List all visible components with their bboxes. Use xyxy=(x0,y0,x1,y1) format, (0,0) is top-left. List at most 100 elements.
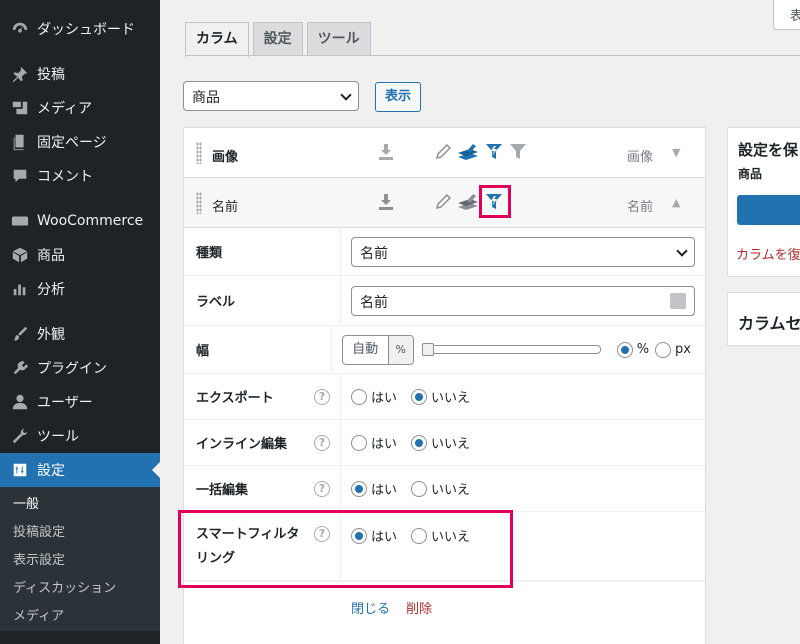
drag-handle-icon[interactable] xyxy=(196,142,202,164)
menu-label: ダッシュボード xyxy=(37,22,135,38)
radio-label: はい xyxy=(371,437,398,452)
menu-label: メディア xyxy=(37,101,93,117)
radio-label: px xyxy=(675,342,691,357)
admin-sidebar: ダッシュボード 投稿 メディア 固定ページ コメント WooCommerce 商… xyxy=(0,0,160,644)
menu-item-products[interactable]: 商品 xyxy=(0,238,160,272)
restore-columns-link[interactable]: カラムを復 xyxy=(728,225,800,263)
submenu-discussion[interactable]: ディスカッション xyxy=(0,575,160,603)
screen-options-button[interactable]: 表 xyxy=(773,0,800,30)
pin-icon xyxy=(10,64,30,84)
menu-item-media[interactable]: メディア xyxy=(0,91,160,125)
setting-row-type: 種類 名前 xyxy=(184,228,705,276)
bulk-edit-icon[interactable] xyxy=(457,193,479,211)
pencil-icon[interactable] xyxy=(435,194,451,210)
export-icon[interactable] xyxy=(379,144,393,160)
wrench-icon xyxy=(10,426,30,446)
unit-percent-radio[interactable]: % xyxy=(616,341,649,358)
delete-link[interactable]: 削除 xyxy=(406,602,432,617)
column-type-select[interactable]: 名前 xyxy=(351,236,695,267)
inline-yes-radio[interactable]: はい xyxy=(351,433,397,452)
image-picker-icon[interactable] xyxy=(670,292,686,309)
close-link[interactable]: 閉じる xyxy=(351,602,390,617)
list-screen-select[interactable]: 商品 xyxy=(183,81,359,111)
save-button[interactable] xyxy=(737,195,800,225)
expand-toggle-icon[interactable]: ▼ xyxy=(672,146,680,159)
slider-handle[interactable] xyxy=(421,343,434,356)
menu-label: 外観 xyxy=(37,327,65,343)
bulk-yes-radio[interactable]: はい xyxy=(351,479,397,498)
setting-row-width: 幅 自動 % % px xyxy=(184,326,705,374)
tab-bar: カラム 設定 ツール xyxy=(185,22,375,57)
menu-item-pages[interactable]: 固定ページ xyxy=(0,125,160,159)
radio-label: はい xyxy=(371,483,398,498)
chevron-down-icon xyxy=(676,244,688,257)
menu-label: コメント xyxy=(37,169,93,185)
menu-item-analytics[interactable]: 分析 xyxy=(0,272,160,306)
width-slider[interactable] xyxy=(421,343,601,356)
label-input[interactable]: 名前 xyxy=(351,285,695,316)
column-header-image[interactable]: 画像 画像 ▼ xyxy=(184,128,705,178)
submenu-reading[interactable]: 表示設定 xyxy=(0,547,160,575)
menu-label: 固定ページ xyxy=(37,135,107,151)
help-icon[interactable]: ? xyxy=(314,388,330,405)
menu-item-appearance[interactable]: 外観 xyxy=(0,317,160,351)
menu-label: 商品 xyxy=(37,248,65,264)
submenu-writing[interactable]: 投稿設定 xyxy=(0,519,160,547)
menu-item-users[interactable]: ユーザー xyxy=(0,385,160,419)
menu-item-posts[interactable]: 投稿 xyxy=(0,57,160,91)
show-button[interactable]: 表示 xyxy=(375,82,422,112)
menu-item-tools[interactable]: ツール xyxy=(0,419,160,453)
unit-px-radio[interactable]: px xyxy=(655,341,691,358)
bulk-no-radio[interactable]: いいえ xyxy=(411,479,470,498)
smart-filter-icon[interactable] xyxy=(485,143,503,161)
settings-submenu: 一般 投稿設定 表示設定 ディスカッション メディア xyxy=(0,487,160,631)
drag-handle-icon[interactable] xyxy=(196,192,202,214)
dashboard-icon xyxy=(10,19,30,39)
box-icon xyxy=(10,245,30,265)
width-value: 自動 xyxy=(352,341,379,357)
column-type: 名前 xyxy=(627,200,654,215)
width-input[interactable]: 自動 % xyxy=(341,334,414,365)
pencil-icon[interactable] xyxy=(435,144,451,160)
save-settings-box: 設定を保 商品 カラムを復 xyxy=(727,127,800,277)
help-icon[interactable]: ? xyxy=(314,480,330,497)
menu-label: ツール xyxy=(37,429,79,445)
plugin-icon xyxy=(10,358,30,378)
export-yes-radio[interactable]: はい xyxy=(351,387,397,406)
menu-item-settings[interactable]: 設定 xyxy=(0,453,160,487)
menu-label: ユーザー xyxy=(37,395,93,411)
column-header-name[interactable]: 名前 名前 ▲ xyxy=(184,178,705,228)
export-no-radio[interactable]: いいえ xyxy=(411,387,470,406)
select-value: 商品 xyxy=(192,90,220,106)
setting-label: エクスポート xyxy=(196,391,274,406)
menu-item-woocommerce[interactable]: WooCommerce xyxy=(0,204,160,238)
setting-label: ラベル xyxy=(184,276,341,325)
inline-no-radio[interactable]: いいえ xyxy=(411,433,470,452)
tab-columns[interactable]: カラム xyxy=(185,22,249,57)
export-icon[interactable] xyxy=(379,194,393,210)
setting-row-inline-edit: インライン編集? はい いいえ xyxy=(184,420,705,466)
submenu-media[interactable]: メディア xyxy=(0,603,160,631)
chevron-down-icon xyxy=(340,89,352,101)
setting-row-bulk-edit: 一括編集? はい いいえ xyxy=(184,466,705,512)
setting-label-cell: 一括編集? xyxy=(184,466,341,511)
filter-icon[interactable] xyxy=(509,143,527,161)
settings-icon xyxy=(10,460,30,480)
woo-icon xyxy=(10,211,30,231)
collapse-toggle-icon[interactable]: ▲ xyxy=(672,196,680,209)
menu-label: 設定 xyxy=(37,463,65,479)
media-icon xyxy=(10,98,30,118)
submenu-general[interactable]: 一般 xyxy=(0,491,160,519)
menu-item-comments[interactable]: コメント xyxy=(0,159,160,193)
tab-settings[interactable]: 設定 xyxy=(252,22,303,56)
page-icon xyxy=(10,132,30,152)
menu-item-dashboard[interactable]: ダッシュボード xyxy=(0,12,160,46)
help-icon[interactable]: ? xyxy=(314,434,330,451)
menu-item-plugins[interactable]: プラグイン xyxy=(0,351,160,385)
tab-tools[interactable]: ツール xyxy=(306,22,371,56)
setting-label-cell: エクスポート? xyxy=(184,374,341,419)
radio-label: いいえ xyxy=(431,437,471,452)
setting-label-cell: インライン編集? xyxy=(184,420,341,465)
bulk-edit-icon[interactable] xyxy=(457,143,479,161)
radio-label: いいえ xyxy=(431,483,471,498)
